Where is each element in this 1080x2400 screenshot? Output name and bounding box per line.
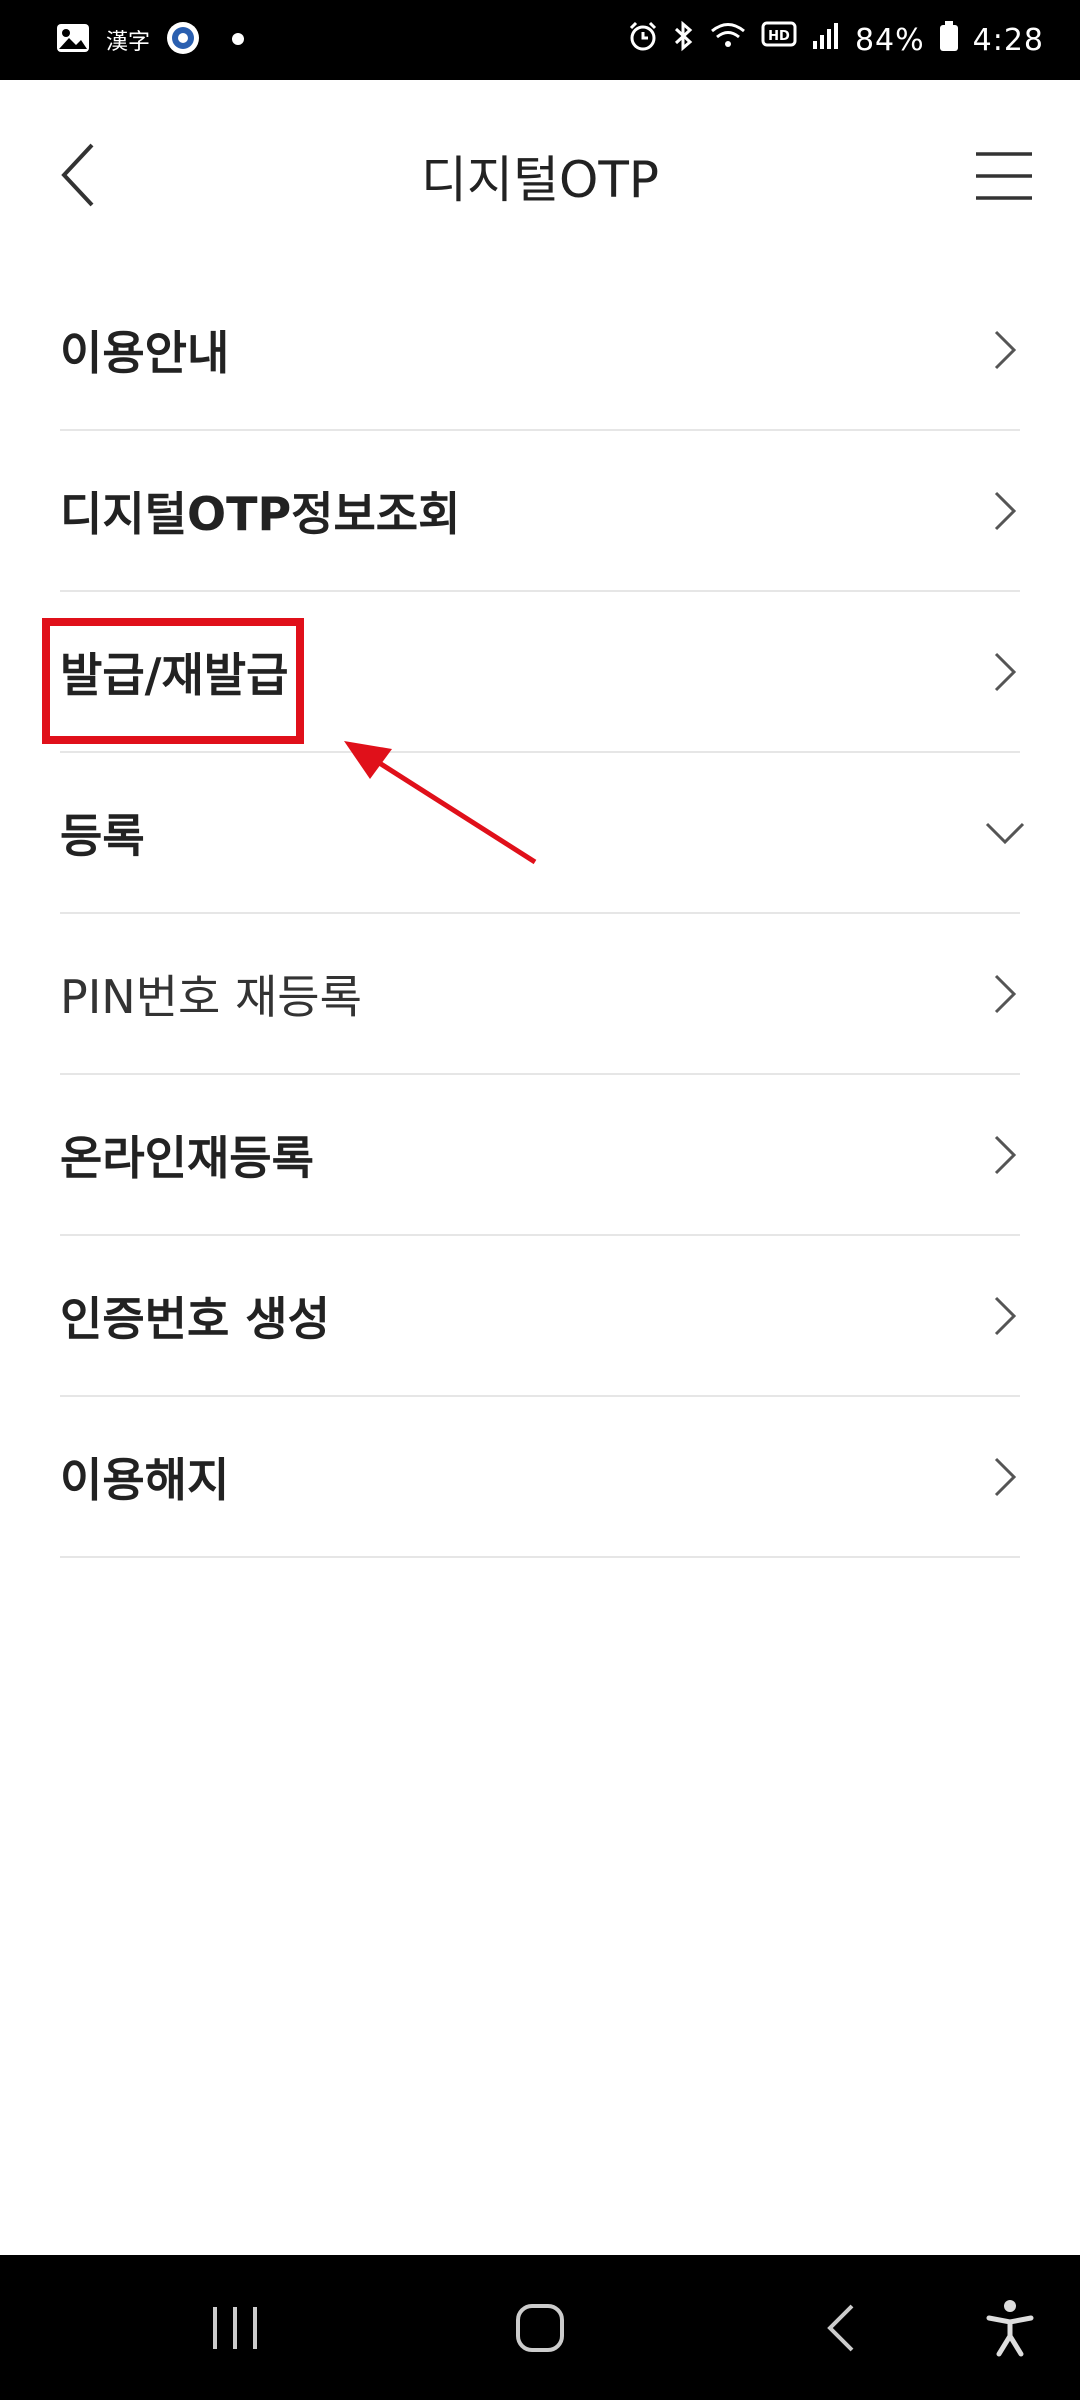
battery-percent: 84%	[854, 22, 925, 58]
wifi-icon	[709, 20, 747, 60]
chevron-down-icon	[985, 822, 1025, 844]
home-icon	[516, 2303, 564, 2352]
shield-app-icon	[166, 21, 200, 59]
system-back-button[interactable]	[800, 2255, 880, 2400]
menu-item-label: PIN번호 재등록	[60, 969, 362, 1024]
hamburger-menu-button[interactable]	[974, 150, 1034, 202]
menu-item-label: 이용해지	[60, 1452, 230, 1507]
page-title: 디지털OTP	[420, 151, 660, 209]
hanja-text: 漢字	[106, 30, 151, 55]
status-left: 漢字	[56, 0, 246, 80]
annotation-arrow-icon	[344, 741, 537, 865]
app-header: 디지털OTP	[0, 80, 1080, 270]
gallery-icon	[56, 23, 90, 57]
menu-item-pin-reregister[interactable]: PIN번호 재등록	[60, 914, 1020, 1075]
signal-icon	[811, 21, 841, 59]
menu-item-label: 등록	[60, 808, 145, 863]
menu-item-usage-guide[interactable]: 이용안내	[60, 270, 1020, 431]
battery-icon	[939, 20, 959, 60]
menu-item-online-reregister[interactable]: 온라인재등록	[60, 1075, 1020, 1236]
alarm-icon	[627, 20, 659, 60]
back-icon	[827, 2304, 854, 2351]
recent-apps-icon	[213, 2306, 257, 2349]
system-nav-bar	[0, 2255, 1080, 2400]
hamburger-icon	[976, 152, 1032, 200]
menu-item-label: 인증번호 생성	[60, 1291, 330, 1346]
chevron-right-icon	[994, 974, 1017, 1013]
chevron-right-icon	[994, 1296, 1017, 1335]
notification-dot-icon	[216, 31, 246, 50]
chevron-right-icon	[994, 1457, 1017, 1496]
menu-item-cancel-service[interactable]: 이용해지	[60, 1397, 1020, 1558]
chevron-right-icon	[994, 652, 1017, 691]
status-right: HD 84% 4:28	[627, 0, 1044, 80]
menu-item-label: 디지털OTP정보조회	[60, 486, 461, 541]
menu-list: 이용안내 디지털OTP정보조회 발급/재발급 등록 PIN번호 재등록 온라인재…	[60, 270, 1025, 1558]
bluetooth-icon	[673, 20, 695, 60]
annotation-highlight-box	[42, 618, 304, 744]
home-button[interactable]	[490, 2255, 590, 2400]
svg-text:HD: HD	[768, 29, 790, 44]
clock: 4:28	[972, 22, 1044, 58]
chevron-right-icon	[994, 1135, 1017, 1174]
recent-apps-button[interactable]	[190, 2255, 280, 2400]
menu-item-otp-info[interactable]: 디지털OTP정보조회	[60, 431, 1020, 592]
accessibility-icon	[986, 2299, 1034, 2356]
status-bar: 漢字 HD 84% 4:28	[0, 0, 1080, 80]
chevron-right-icon	[994, 491, 1017, 530]
hd-icon: HD	[761, 21, 797, 59]
menu-item-label: 이용안내	[60, 325, 230, 380]
accessibility-button[interactable]	[970, 2255, 1050, 2400]
menu-item-label: 온라인재등록	[60, 1130, 314, 1185]
chevron-right-icon	[994, 330, 1017, 369]
menu-item-generate-code[interactable]: 인증번호 생성	[60, 1236, 1020, 1397]
